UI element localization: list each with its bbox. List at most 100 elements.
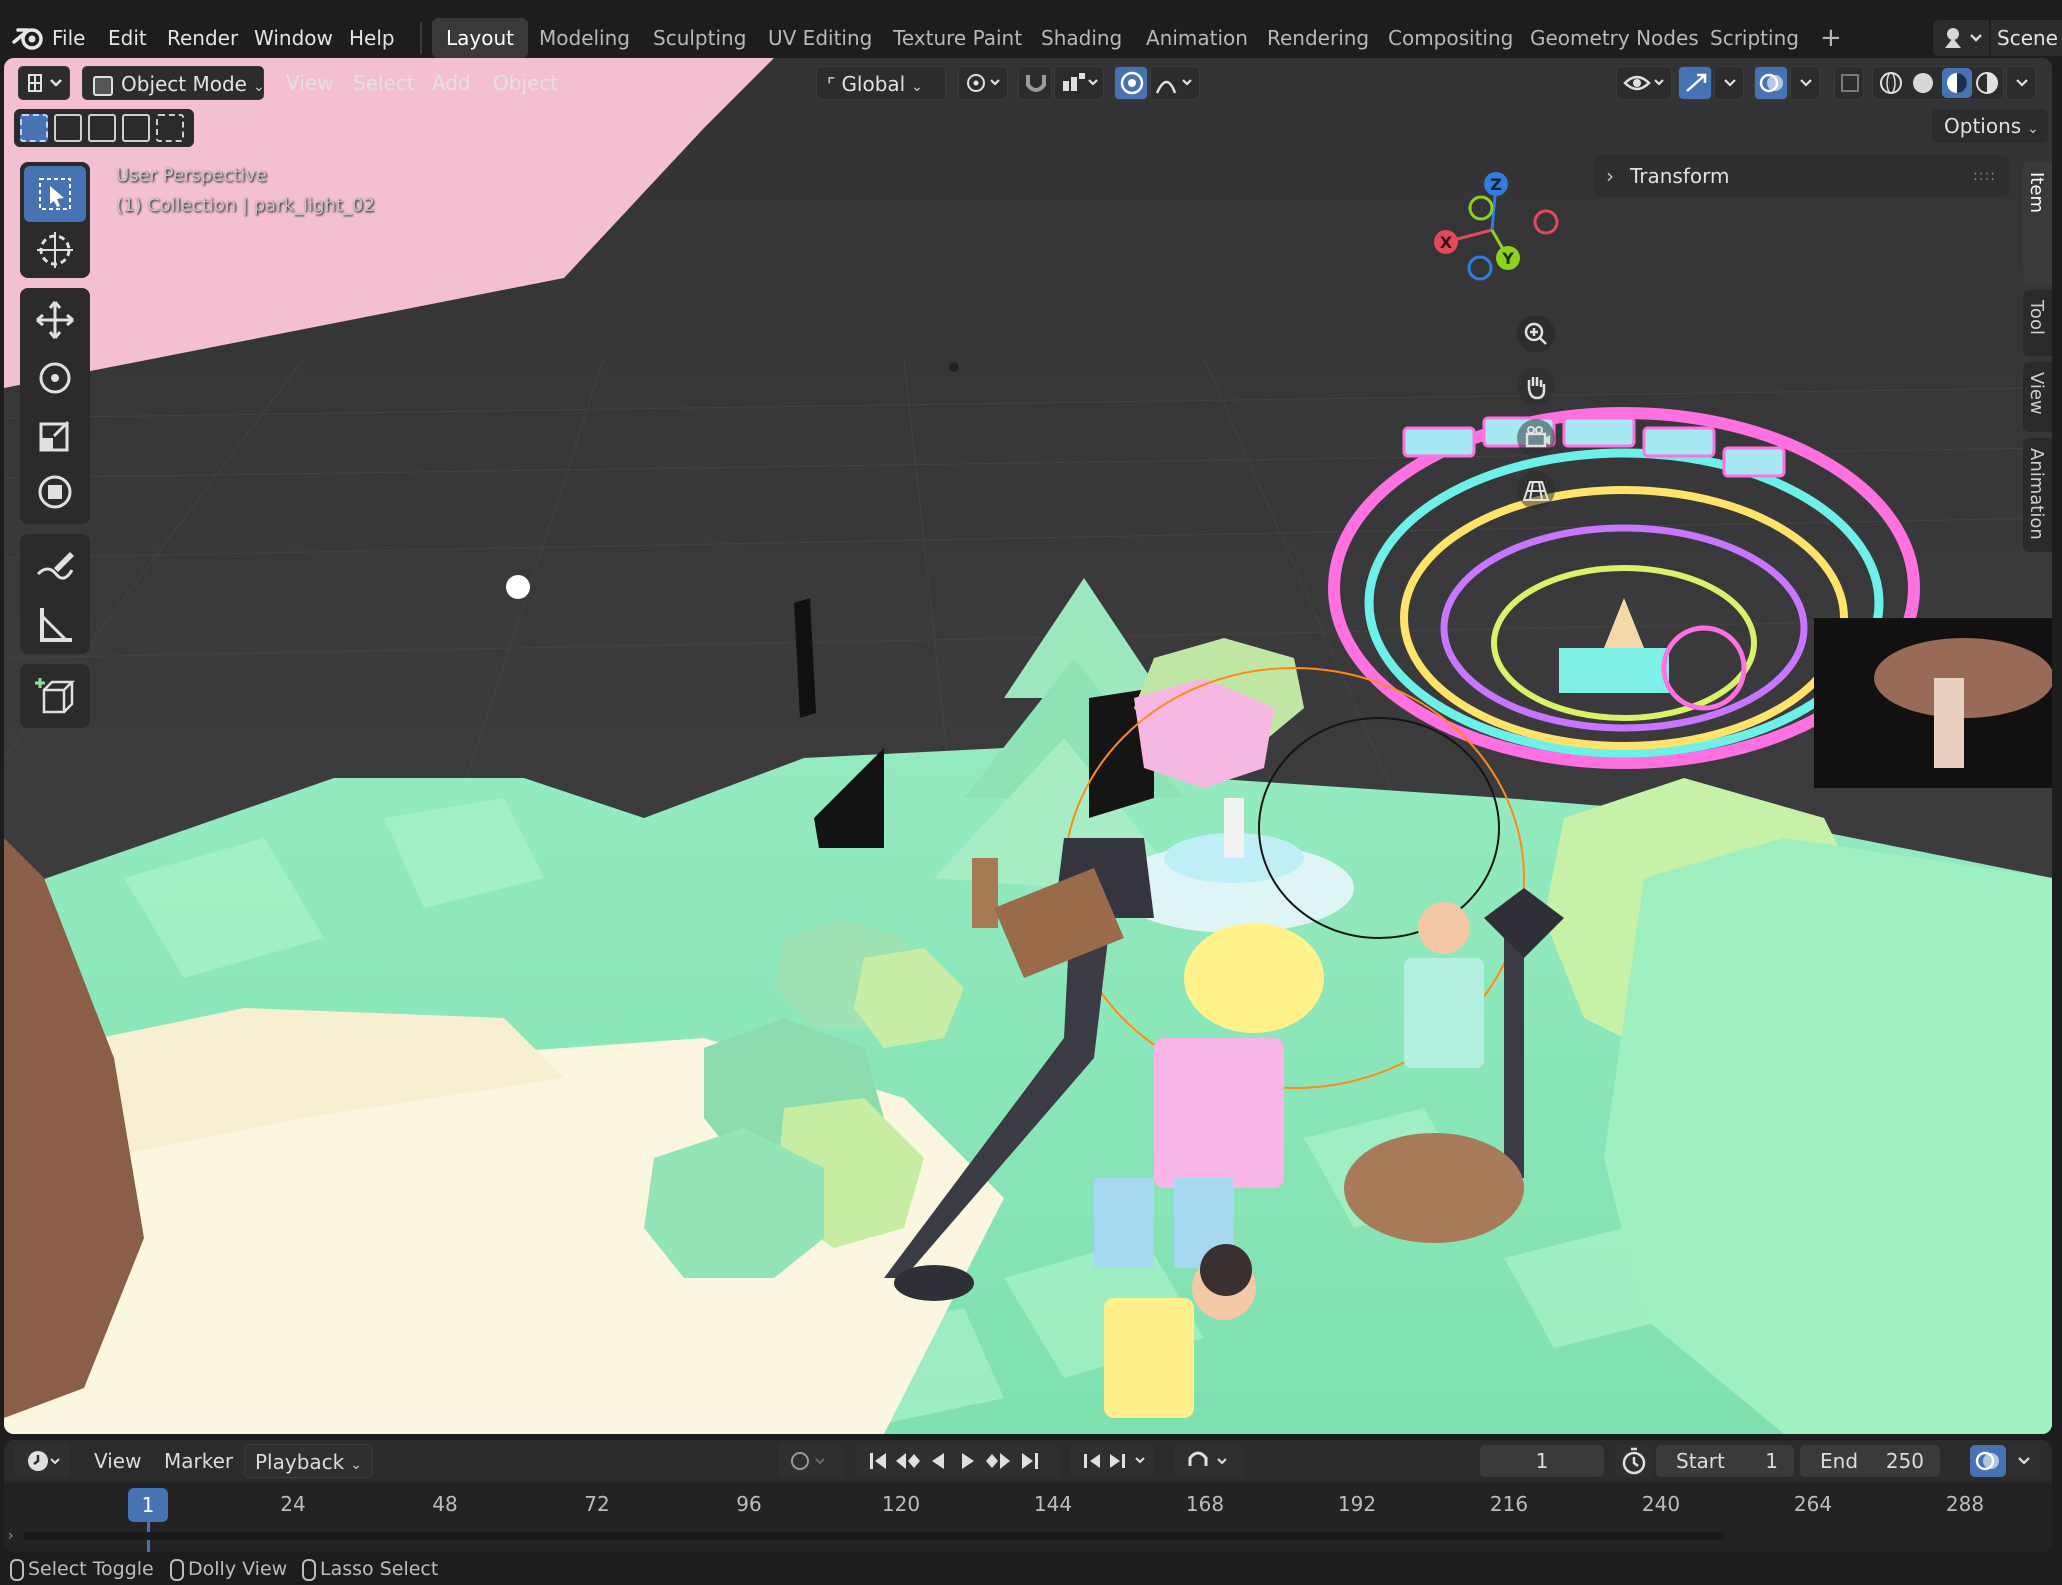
gizmo-neg-y-axis[interactable] (1468, 195, 1494, 221)
menu-help[interactable]: Help (339, 18, 405, 58)
scene-selector-button[interactable] (1933, 20, 1989, 56)
tab-layout[interactable]: Layout (432, 18, 528, 58)
snap-target-button[interactable] (1054, 66, 1104, 100)
transform-orientation-dropdown[interactable]: ⌜ Global ⌄ (816, 66, 946, 100)
select-box-tool[interactable] (24, 166, 86, 222)
xray-toggle-button[interactable] (1834, 66, 1864, 100)
select-subtract-icon[interactable] (88, 114, 116, 142)
add-cube-tool[interactable] (24, 668, 86, 724)
camera-view-icon[interactable] (1516, 418, 1556, 458)
sidebar-tab-animation[interactable]: Animation (2023, 438, 2052, 552)
menu-edit[interactable]: Edit (98, 18, 157, 58)
gizmo-neg-x-axis[interactable] (1533, 209, 1559, 235)
falloff-dropdown[interactable] (1150, 66, 1200, 100)
tab-scripting[interactable]: Scripting (1696, 18, 1813, 58)
end-frame-field[interactable]: End 250 (1800, 1445, 1940, 1477)
tab-animation[interactable]: Animation (1132, 18, 1262, 58)
transform-panel-header[interactable]: › Transform :::: (1594, 155, 2010, 197)
tab-sculpting[interactable]: Sculpting (639, 18, 760, 58)
previous-keyframe-icon[interactable] (896, 1453, 920, 1469)
3d-viewport[interactable]: User Perspective (1) Collection | park_l… (4, 58, 2052, 1434)
stopwatch-button[interactable] (1616, 1445, 1652, 1477)
select-extend-icon[interactable] (54, 114, 82, 142)
next-frame-icon[interactable] (1110, 1454, 1125, 1468)
viewport-menu-object[interactable]: Object (483, 66, 568, 100)
overlays-options-dropdown[interactable] (1790, 66, 1820, 100)
timeline-menu-marker[interactable]: Marker (154, 1444, 243, 1478)
current-frame-indicator[interactable]: 1 (128, 1488, 168, 1522)
sidebar-tab-view[interactable]: View (2023, 362, 2052, 432)
sidebar-tab-tool[interactable]: Tool (2023, 290, 2052, 356)
object-visibility-button[interactable] (1616, 66, 1672, 100)
status-dolly-view: Dolly View (170, 1556, 287, 1582)
auto-keying-snap-button[interactable] (1174, 1444, 1244, 1478)
tab-texture-paint[interactable]: Texture Paint (879, 18, 1036, 58)
overlays-toggle-button[interactable] (1754, 66, 1788, 100)
mode-dropdown[interactable]: Object Mode ⌄ (82, 66, 265, 100)
viewport-menu-view[interactable]: View (276, 66, 343, 100)
perspective-grid-icon[interactable] (1516, 470, 1556, 510)
chevron-right-icon[interactable]: › (8, 1528, 14, 1544)
annotate-tool[interactable] (24, 538, 86, 594)
chevron-down-icon[interactable] (1135, 1457, 1145, 1464)
gizmo-toggle-button[interactable] (1678, 66, 1712, 100)
select-new-icon[interactable] (20, 114, 48, 142)
frame-ruler[interactable]: 1 24 48 72 96 120 144 168 192 216 240 26… (4, 1482, 2052, 1552)
scene-name-field[interactable]: Scene (1991, 20, 2062, 56)
material-preview-shading-icon[interactable] (1942, 68, 1972, 98)
next-keyframe-icon[interactable] (986, 1453, 1010, 1469)
tab-compositing[interactable]: Compositing (1374, 18, 1527, 58)
timeline-overlays-dropdown[interactable] (2008, 1445, 2040, 1477)
frame-range-bar (24, 1532, 1724, 1540)
tab-uv-editing[interactable]: UV Editing (754, 18, 886, 58)
viewport-menu-select[interactable]: Select (343, 66, 425, 100)
jump-to-start-icon[interactable] (870, 1453, 886, 1469)
tab-modeling[interactable]: Modeling (525, 18, 644, 58)
play-reverse-icon[interactable] (932, 1453, 944, 1469)
rotate-tool[interactable] (24, 350, 86, 406)
transform-tool[interactable] (24, 464, 86, 520)
timeline-editor[interactable]: View Marker Playback ⌄ 1 Start 1 End 250… (4, 1440, 2052, 1552)
snap-toggle-button[interactable] (1018, 66, 1052, 100)
menu-window[interactable]: Window (244, 18, 343, 58)
solid-shading-icon[interactable] (1913, 73, 1933, 93)
timeline-menu-view[interactable]: View (84, 1444, 151, 1478)
playback-dropdown[interactable]: Playback ⌄ (244, 1444, 373, 1478)
drag-handle-icon[interactable]: :::: (1973, 155, 1996, 197)
measure-tool[interactable] (24, 596, 86, 652)
scale-tool[interactable] (24, 408, 86, 464)
wireframe-shading-icon[interactable] (1880, 72, 1902, 94)
start-frame-field[interactable]: Start 1 (1656, 1445, 1794, 1477)
tab-shading[interactable]: Shading (1027, 18, 1136, 58)
timeline-editor-type-button[interactable] (14, 1444, 70, 1478)
tab-rendering[interactable]: Rendering (1253, 18, 1383, 58)
shading-options-dropdown[interactable] (2006, 66, 2036, 100)
editor-type-button[interactable] (18, 66, 70, 100)
tab-geometry-nodes[interactable]: Geometry Nodes (1516, 18, 1713, 58)
menu-render[interactable]: Render (157, 18, 248, 58)
pivot-point-button[interactable] (958, 66, 1008, 100)
cursor-tool[interactable] (24, 222, 86, 278)
gizmo-neg-z-axis[interactable] (1467, 255, 1493, 281)
options-dropdown[interactable]: Options ⌄ (1932, 109, 2048, 143)
sidebar-tab-item[interactable]: Item (2023, 162, 2052, 284)
move-tool[interactable] (24, 292, 86, 348)
viewport-menu-add[interactable]: Add (422, 66, 481, 100)
keying-button[interactable] (778, 1444, 844, 1478)
select-intersect-icon[interactable] (156, 114, 184, 142)
status-select-toggle-label: Select Toggle (28, 1558, 154, 1580)
navigation-gizmo[interactable]: Z X Y (1414, 168, 1574, 298)
play-icon[interactable] (962, 1453, 974, 1469)
pan-hand-icon[interactable] (1516, 366, 1556, 406)
proportional-edit-button[interactable] (1114, 66, 1148, 100)
jump-to-end-icon[interactable] (1022, 1453, 1038, 1469)
rendered-shading-icon[interactable] (1976, 72, 1998, 94)
zoom-icon[interactable] (1516, 314, 1556, 354)
gizmo-options-dropdown[interactable] (1714, 66, 1744, 100)
previous-frame-icon[interactable] (1084, 1454, 1100, 1468)
menu-file[interactable]: File (42, 18, 95, 58)
add-workspace-button[interactable]: + (1806, 18, 1856, 58)
timeline-overlays-button[interactable] (1970, 1445, 2006, 1477)
current-frame-field[interactable]: 1 (1480, 1445, 1604, 1477)
select-invert-icon[interactable] (122, 114, 150, 142)
